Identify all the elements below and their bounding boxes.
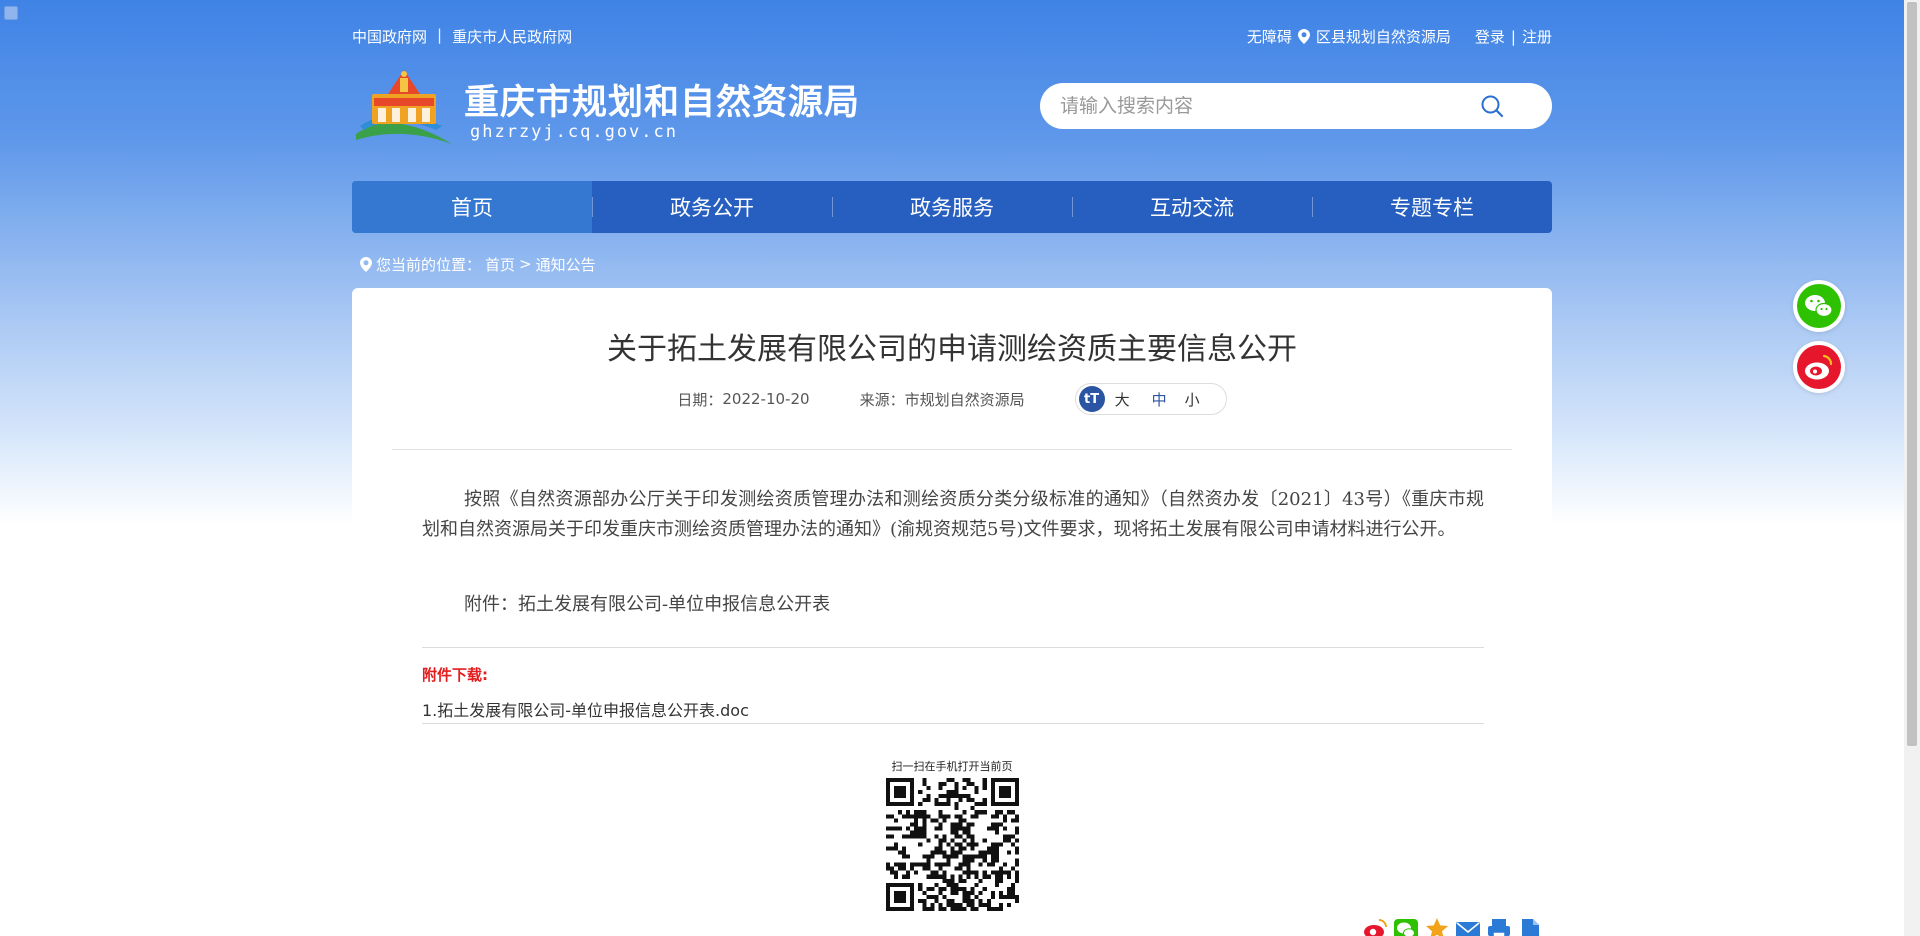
article-date: 2022-10-20: [722, 390, 810, 408]
breadcrumb-current[interactable]: 通知公告: [536, 254, 596, 275]
float-wechat-icon[interactable]: [1793, 280, 1845, 332]
share-email-icon[interactable]: [1455, 916, 1481, 936]
article-source: 市规划自然资源局: [904, 390, 1025, 409]
search-input[interactable]: [1060, 95, 1472, 117]
font-size-icon: tT: [1078, 386, 1105, 412]
location-pin-icon: [360, 256, 372, 272]
article-body: 按照《自然资源部办公厅关于印发测绘资质管理办法和测绘资质分类分级标准的通知》（自…: [422, 489, 1484, 540]
share-toolbar: [1362, 916, 1543, 936]
share-print-icon[interactable]: [1486, 916, 1512, 936]
site-title: 重庆市规划和自然资源局: [464, 83, 861, 123]
nav-interaction[interactable]: 互动交流: [1072, 181, 1312, 233]
login-link[interactable]: 登录: [1475, 26, 1505, 47]
link-cq-gov[interactable]: 重庆市人民政府网: [452, 26, 572, 47]
nav-special-topics[interactable]: 专题专栏: [1312, 181, 1552, 233]
font-small-button[interactable]: 小: [1185, 389, 1200, 410]
font-medium-button[interactable]: 中: [1152, 389, 1167, 410]
top-bar: 中国政府网 | 重庆市人民政府网 无障碍 区县规划自然资源局 登录 | 注册: [352, 26, 1552, 50]
download-label: 附件下载:: [422, 666, 488, 684]
breadcrumb-prefix: 您当前的位置：: [376, 255, 482, 274]
search-icon[interactable]: [1472, 86, 1512, 126]
register-link[interactable]: 注册: [1522, 26, 1552, 47]
top-separator: |: [437, 26, 443, 44]
top-separator-2: |: [1510, 27, 1516, 46]
qr-code-image: [886, 778, 1019, 911]
site-domain: ghzrzyj.cq.gov.cn: [470, 122, 678, 142]
font-size-switcher: tT 大 中 小: [1074, 383, 1227, 415]
nav-gov-affairs[interactable]: 政务公开: [592, 181, 832, 233]
float-weibo-icon[interactable]: [1793, 341, 1845, 393]
attachment-line: 附件：拓土发展有限公司-单位申报信息公开表: [464, 594, 831, 615]
page-scrollbar[interactable]: [1904, 0, 1920, 936]
breadcrumb-sep: >: [519, 255, 532, 273]
breadcrumb: 您当前的位置： 首页 > 通知公告: [352, 253, 1552, 275]
share-weibo-icon[interactable]: [1362, 916, 1388, 936]
district-link[interactable]: 区县规划自然资源局: [1316, 26, 1451, 47]
article-card: 关于拓土发展有限公司的申请测绘资质主要信息公开 日期： 2022-10-20 来…: [352, 288, 1552, 936]
qr-label: 扫一扫在手机打开当前页: [891, 760, 1013, 773]
search-box: [1040, 83, 1552, 129]
accessibility-link[interactable]: 无障碍: [1247, 26, 1292, 47]
font-large-button[interactable]: 大: [1115, 389, 1130, 410]
location-pin-icon: [1297, 29, 1310, 44]
breadcrumb-home[interactable]: 首页: [485, 254, 515, 275]
download-file-link[interactable]: 1.拓土发展有限公司-单位申报信息公开表.doc: [422, 697, 749, 721]
article-meta: 日期： 2022-10-20 来源： 市规划自然资源局 tT 大 中 小: [352, 383, 1552, 415]
site-logo[interactable]: [352, 64, 456, 148]
main-nav: 首页 政务公开 政务服务 互动交流 专题专栏: [352, 181, 1552, 233]
scrollbar-thumb[interactable]: [1907, 2, 1917, 746]
title-divider: [392, 449, 1512, 450]
site-header: 重庆市规划和自然资源局 ghzrzyj.cq.gov.cn: [352, 64, 1552, 154]
share-favorite-icon[interactable]: [1424, 916, 1450, 936]
article-title: 关于拓土发展有限公司的申请测绘资质主要信息公开: [607, 332, 1297, 367]
share-wechat-icon[interactable]: [1393, 916, 1419, 936]
date-label: 日期：: [677, 390, 723, 409]
link-gov-cn[interactable]: 中国政府网: [352, 26, 427, 47]
share-copy-icon[interactable]: [1517, 916, 1543, 936]
nav-gov-services[interactable]: 政务服务: [832, 181, 1072, 233]
source-label: 来源：: [859, 390, 905, 409]
download-divider: [422, 723, 1484, 724]
attachment-divider: [422, 647, 1484, 648]
corner-widget[interactable]: [4, 6, 18, 20]
nav-home[interactable]: 首页: [352, 181, 592, 233]
